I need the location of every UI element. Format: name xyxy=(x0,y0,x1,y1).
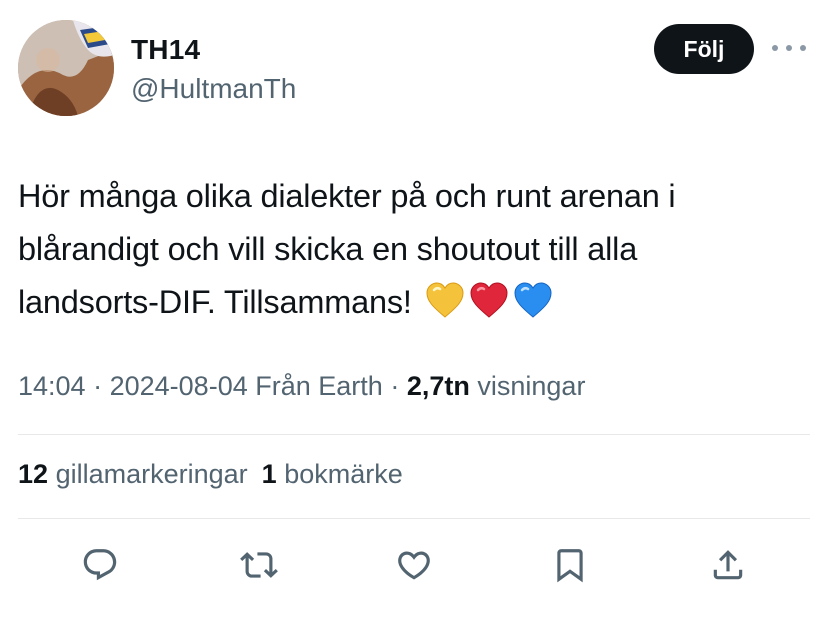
avatar[interactable] xyxy=(18,20,114,116)
user-handle[interactable]: @HultmanTh xyxy=(131,73,296,105)
bookmarks-count: 1 xyxy=(261,459,277,489)
retweet-icon xyxy=(240,552,278,578)
more-dot xyxy=(786,45,792,51)
tweet-text-line: Hör många olika dialekter på och runt ar… xyxy=(18,178,676,214)
retweet-button[interactable] xyxy=(234,540,284,590)
like-button[interactable] xyxy=(389,540,439,590)
meta-separator: · xyxy=(93,371,103,401)
yellow-heart-icon xyxy=(426,282,464,318)
bookmark-button[interactable] xyxy=(545,540,595,590)
tweet-text: Hör många olika dialekter på och runt ar… xyxy=(18,170,808,329)
tweet-text-line: blårandigt och vill skicka en shoutout t… xyxy=(18,231,638,267)
display-name[interactable]: TH14 xyxy=(131,34,200,66)
tweet-source: Från Earth xyxy=(255,371,383,401)
bookmarks-label: bokmärke xyxy=(284,459,403,489)
share-icon xyxy=(713,550,743,580)
share-button[interactable] xyxy=(703,540,753,590)
like-icon xyxy=(398,551,430,580)
views-count[interactable]: 2,7tn xyxy=(407,371,470,401)
reply-icon xyxy=(83,549,117,581)
views-label[interactable]: visningar xyxy=(477,371,585,401)
engagement-stats: 12 gillamarkeringar 1 bokmärke xyxy=(18,459,403,490)
blue-heart-icon xyxy=(514,282,552,318)
divider xyxy=(18,518,810,519)
red-heart-icon xyxy=(470,282,508,318)
likes-count: 12 xyxy=(18,459,49,489)
tweet-card: TH14 @HultmanTh Följ Hör många olika dia… xyxy=(0,0,828,628)
divider xyxy=(18,434,810,435)
more-dot xyxy=(772,45,778,51)
profile-photo-icon xyxy=(18,20,114,116)
tweet-date[interactable]: 2024-08-04 xyxy=(110,371,248,401)
likes-label: gillamarkeringar xyxy=(55,459,248,489)
action-bar xyxy=(0,540,828,600)
tweet-meta: 14:04 · 2024-08-04 Från Earth · 2,7tn vi… xyxy=(18,371,585,402)
bookmark-icon xyxy=(557,549,583,583)
follow-button[interactable]: Följ xyxy=(654,24,754,74)
bookmarks-stat[interactable]: 1 bokmärke xyxy=(262,459,403,489)
tweet-time[interactable]: 14:04 xyxy=(18,371,86,401)
meta-separator: · xyxy=(390,371,400,401)
tweet-text-line-last: landsorts-DIF. Tillsammans! xyxy=(18,276,808,329)
tweet-text-line: landsorts-DIF. Tillsammans! xyxy=(18,284,412,320)
reply-button[interactable] xyxy=(75,540,125,590)
likes-stat[interactable]: 12 gillamarkeringar xyxy=(18,459,248,489)
more-horizontal-icon[interactable] xyxy=(772,38,806,58)
more-dot xyxy=(800,45,806,51)
